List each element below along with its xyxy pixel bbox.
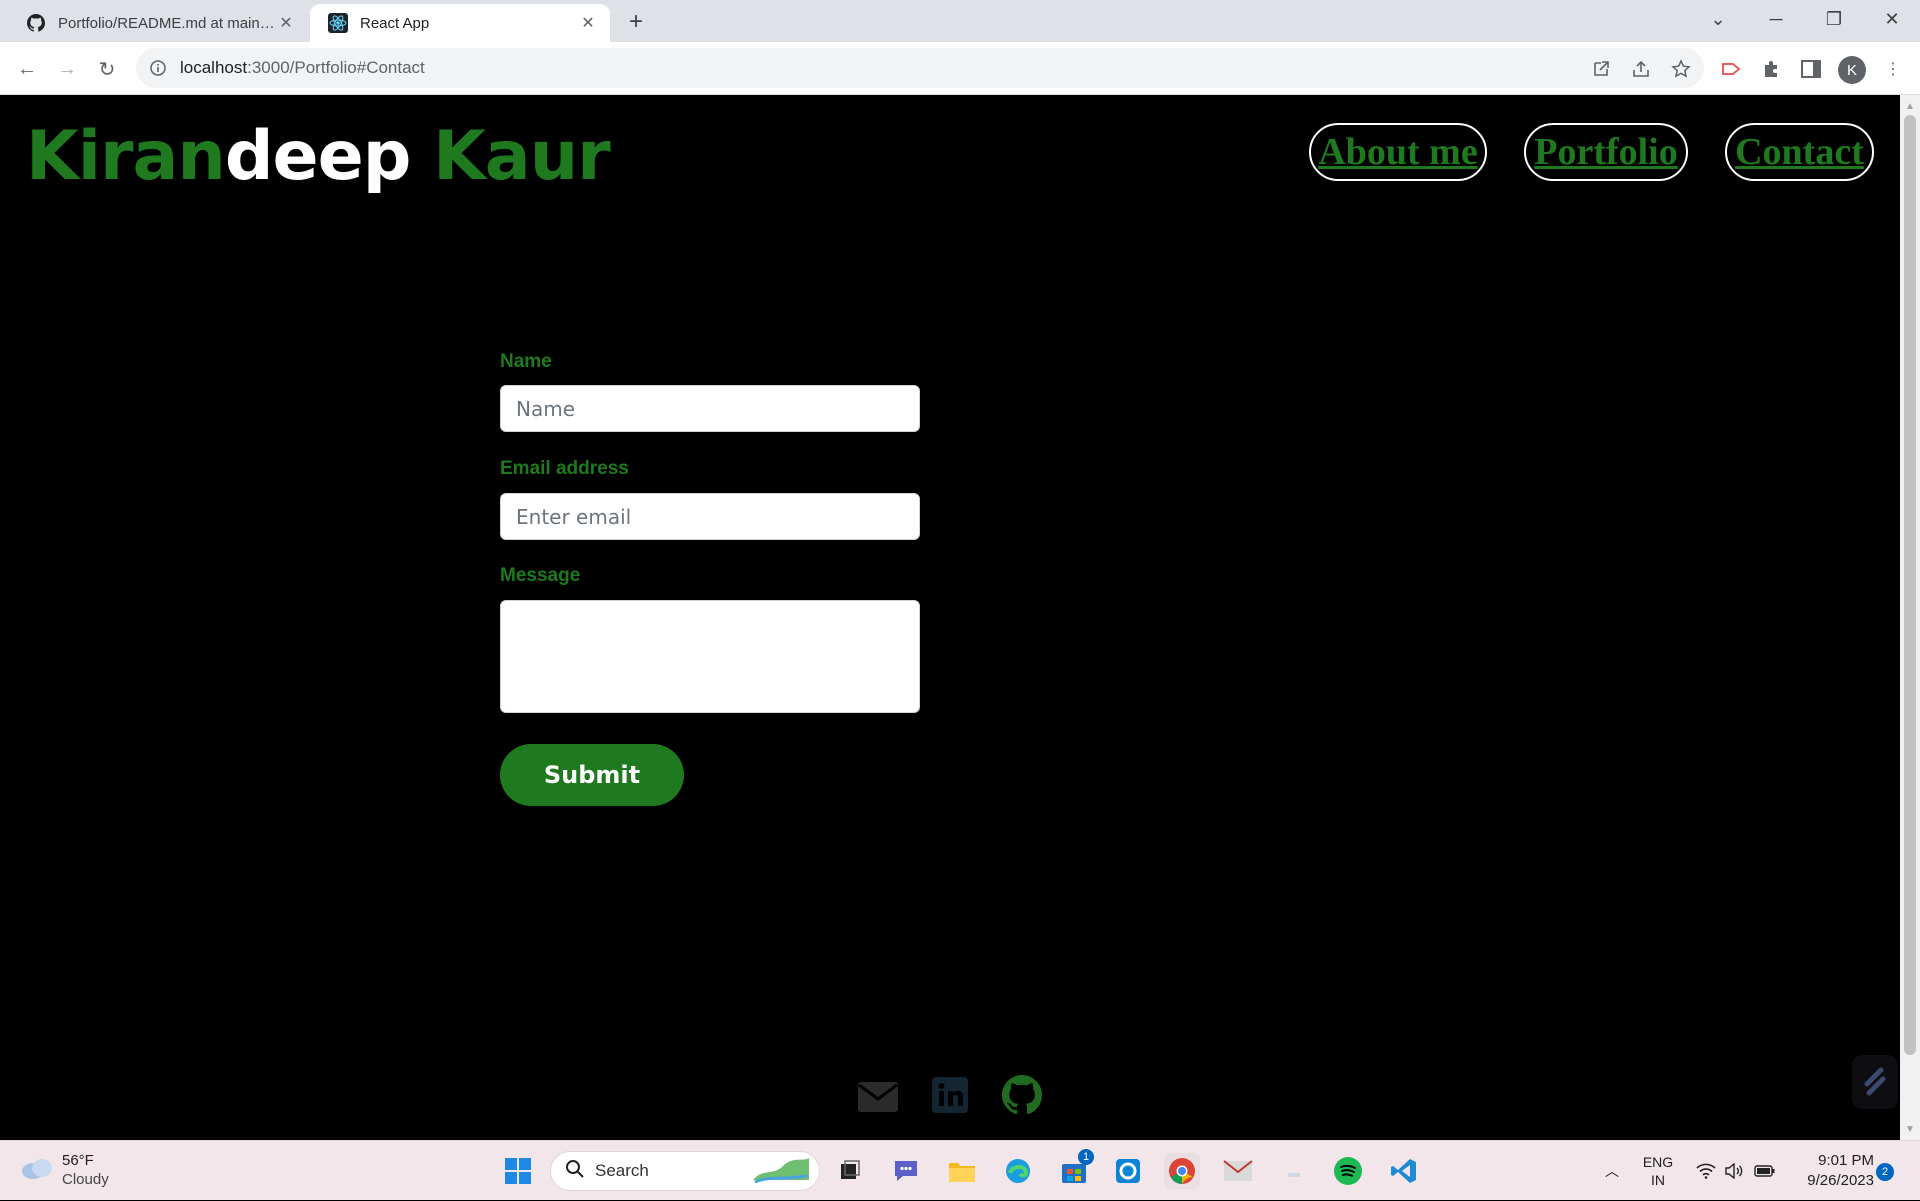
address-bar[interactable]: localhost:3000/Portfolio#Contact — [136, 48, 1704, 88]
page-viewport: Kirandeep Kaur About me Portfolio Contac… — [0, 95, 1900, 1140]
tab-title: Portfolio/README.md at main · N — [58, 14, 276, 32]
cortana-icon[interactable] — [1110, 1153, 1146, 1189]
close-tab-icon[interactable]: ✕ — [578, 13, 598, 33]
weather-temp: 56°F — [62, 1152, 94, 1169]
show-hidden-icons-icon[interactable]: ︿ — [1600, 1141, 1624, 1201]
file-explorer-icon[interactable] — [944, 1153, 980, 1189]
scroll-up-icon[interactable]: ▲ — [1900, 97, 1920, 115]
page-scrollbar[interactable]: ▲ ▼ — [1900, 95, 1920, 1140]
nav-about-me[interactable]: About me — [1309, 123, 1487, 181]
brand-part-3: Kaur — [410, 117, 611, 196]
name-label: Name — [500, 351, 552, 372]
brand-part-1: Kiran — [26, 117, 226, 196]
search-highlight-icon — [751, 1154, 811, 1189]
url-host: localhost — [180, 58, 248, 77]
nav-portfolio[interactable]: Portfolio — [1524, 123, 1688, 181]
message-textarea[interactable] — [500, 600, 920, 713]
new-tab-button[interactable]: + — [622, 8, 650, 36]
search-icon — [565, 1159, 585, 1184]
spotify-icon[interactable] — [1330, 1153, 1366, 1189]
site-brand: Kirandeep Kaur — [26, 123, 611, 191]
close-tab-icon[interactable]: ✕ — [276, 13, 296, 33]
scroll-down-icon[interactable]: ▼ — [1900, 1120, 1920, 1138]
email-input[interactable] — [500, 493, 920, 540]
menu-kebab-icon[interactable]: ⋮ — [1880, 56, 1906, 82]
nav-contact[interactable]: Contact — [1725, 123, 1874, 181]
tab-title: React App — [360, 14, 430, 32]
store-badge: 1 — [1078, 1149, 1094, 1165]
mail-icon[interactable] — [1220, 1153, 1256, 1189]
close-window-icon[interactable]: ✕ — [1864, 0, 1920, 38]
microsoft-store-icon[interactable]: 1 — [1056, 1149, 1094, 1189]
side-panel-icon[interactable] — [1798, 56, 1824, 82]
browser-toolbar: ← → ↻ localhost:3000/Portfolio#Contact K… — [0, 42, 1920, 95]
clock-time: 9:01 PM — [1818, 1152, 1874, 1169]
lang-bottom: IN — [1651, 1172, 1665, 1188]
chrome-icon[interactable] — [1164, 1153, 1200, 1189]
share-icon[interactable] — [1630, 58, 1652, 80]
react-icon — [328, 13, 348, 33]
url-path: :3000/Portfolio#Contact — [247, 58, 425, 77]
tab-react-app[interactable]: React App ✕ — [310, 4, 610, 42]
tab-strip: Portfolio/README.md at main · N ✕ React … — [0, 0, 1920, 42]
github-icon[interactable] — [1000, 1075, 1044, 1115]
floating-extension-button[interactable] — [1852, 1055, 1898, 1109]
linkedin-icon[interactable] — [928, 1075, 972, 1115]
taskbar-search[interactable]: Search — [550, 1151, 820, 1191]
name-input[interactable] — [500, 385, 920, 432]
envelope-icon[interactable] — [856, 1077, 900, 1117]
edge-browser-icon[interactable] — [1000, 1153, 1036, 1189]
task-view-icon[interactable] — [832, 1153, 868, 1189]
restore-icon[interactable]: ❐ — [1806, 0, 1862, 38]
submit-button[interactable]: Submit — [500, 744, 684, 806]
search-label: Search — [595, 1161, 649, 1180]
bookmark-star-icon[interactable] — [1670, 58, 1692, 80]
open-in-app-icon[interactable] — [1590, 58, 1612, 80]
github-icon — [26, 13, 46, 33]
cloud-icon — [20, 1155, 54, 1186]
forward-icon[interactable]: → — [52, 54, 82, 84]
message-label: Message — [500, 565, 581, 586]
url-text: localhost:3000/Portfolio#Contact — [180, 58, 425, 78]
reload-icon[interactable]: ↻ — [92, 54, 122, 84]
battery-icon[interactable] — [1752, 1141, 1778, 1201]
minimize-icon[interactable]: ─ — [1748, 0, 1804, 38]
scrollbar-thumb[interactable] — [1904, 115, 1916, 1055]
app-icon[interactable] — [1276, 1153, 1312, 1189]
taskbar-clock[interactable]: 9:01 PM 9/26/2023 — [1790, 1151, 1874, 1191]
clock-date: 9/26/2023 — [1807, 1172, 1874, 1189]
windows-start-icon[interactable] — [500, 1153, 536, 1189]
tab-github-readme[interactable]: Portfolio/README.md at main · N ✕ — [8, 4, 308, 42]
language-indicator[interactable]: ENG IN — [1638, 1141, 1678, 1201]
site-info-icon[interactable] — [148, 58, 168, 78]
extensions-puzzle-icon[interactable] — [1758, 56, 1784, 82]
wifi-icon[interactable] — [1694, 1141, 1718, 1201]
extension-red-icon[interactable] — [1718, 56, 1744, 82]
lang-top: ENG — [1642, 1154, 1674, 1170]
vscode-icon[interactable] — [1386, 1153, 1422, 1189]
back-icon[interactable]: ← — [12, 54, 42, 84]
weather-condition: Cloudy — [62, 1171, 109, 1188]
weather-widget[interactable]: 56°F Cloudy — [20, 1151, 109, 1189]
volume-icon[interactable] — [1722, 1141, 1746, 1201]
profile-avatar[interactable]: K — [1838, 56, 1866, 84]
email-label: Email address — [500, 458, 629, 479]
tab-search-icon[interactable]: ⌄ — [1690, 0, 1746, 38]
brand-part-2: deep — [224, 117, 412, 196]
windows-taskbar: 56°F Cloudy Search 1 ︿ ENG IN 9:01 PM 9/… — [0, 1140, 1920, 1200]
notification-count-badge[interactable]: 2 — [1876, 1163, 1894, 1181]
teams-chat-icon[interactable] — [888, 1153, 924, 1189]
